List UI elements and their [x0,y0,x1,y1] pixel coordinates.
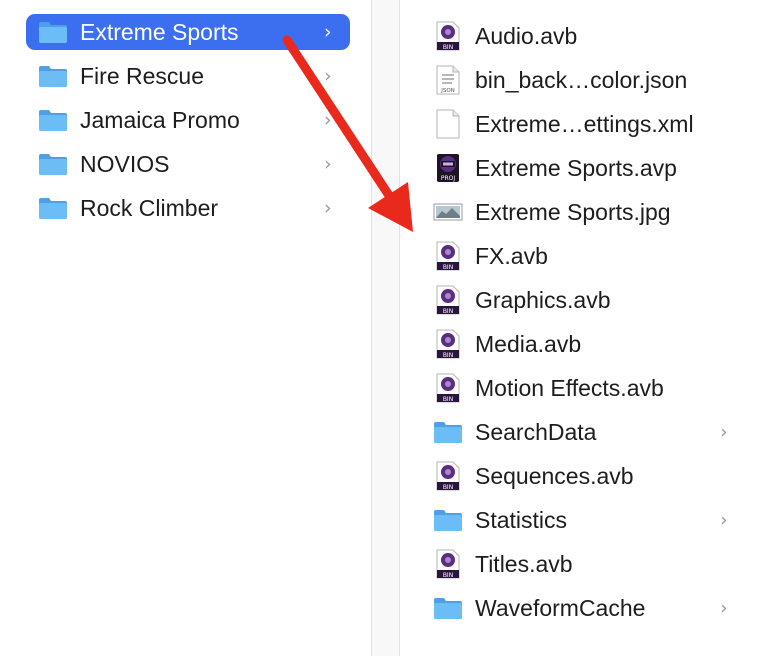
folder-icon [39,110,67,131]
folder-icon [434,422,462,443]
blank-file-icon [436,109,460,139]
file-row-extreme-settings-xml[interactable]: Extreme…ettings.xml [400,106,768,142]
file-label: Titles.avb [475,550,573,577]
folder-icon [39,154,67,175]
folder-label: Extreme Sports [80,18,239,45]
file-label: Media.avb [475,330,582,357]
bin-icon-text: BIN [443,484,453,491]
file-label: Extreme Sports.avp [475,154,677,181]
folder-row-rock-climber[interactable]: Rock Climber › [26,190,350,226]
folder-row-searchdata[interactable]: SearchData › [400,414,768,450]
file-label: Extreme Sports.jpg [475,198,671,225]
chevron-right-icon: › [324,65,332,87]
bin-icon-text: BIN [443,308,453,315]
bin-file-icon: BIN [436,241,460,271]
file-row-graphics-avb[interactable]: BIN Graphics.avb [400,282,768,318]
column-gap [372,0,399,656]
bin-file-icon: BIN [436,549,460,579]
folder-row-extreme-sports[interactable]: Extreme Sports › [26,14,350,50]
image-file-icon [433,203,463,221]
folder-icon [39,66,67,87]
json-icon-text: JSON [440,88,455,94]
file-label: Sequences.avb [475,462,634,489]
chevron-right-icon: › [324,21,332,43]
folder-row-fire-rescue[interactable]: Fire Rescue › [26,58,350,94]
chevron-right-icon: › [720,597,728,619]
folder-row-waveformcache[interactable]: WaveformCache › [400,590,768,626]
bin-icon-text: BIN [443,352,453,359]
project-file-icon: PROJ [437,154,459,182]
chevron-right-icon: › [720,421,728,443]
folder-row-jamaica-promo[interactable]: Jamaica Promo › [26,102,350,138]
bin-icon-text: BIN [443,396,453,403]
bin-file-icon: BIN [436,21,460,51]
folder-label: WaveformCache [475,594,646,621]
bin-file-icon: BIN [436,461,460,491]
folder-row-statistics[interactable]: Statistics › [400,502,768,538]
chevron-right-icon: › [324,153,332,175]
file-label: Extreme…ettings.xml [475,110,694,137]
file-row-extreme-sports-jpg[interactable]: Extreme Sports.jpg [400,194,768,230]
file-row-audio-avb[interactable]: BIN Audio.avb [400,18,768,54]
chevron-right-icon: › [324,197,332,219]
folder-label: Statistics [475,506,568,533]
file-label: Motion Effects.avb [475,374,664,401]
file-row-titles-avb[interactable]: BIN Titles.avb [400,546,768,582]
file-row-media-avb[interactable]: BIN Media.avb [400,326,768,362]
bin-file-icon: BIN [436,373,460,403]
file-row-sequences-avb[interactable]: BIN Sequences.avb [400,458,768,494]
folder-row-novios[interactable]: NOVIOS › [26,146,350,182]
folder-label: SearchData [475,418,597,445]
file-label: FX.avb [475,242,548,269]
file-row-bin-back-color-json[interactable]: JSON bin_back…color.json [400,62,768,98]
folder-list-column: Extreme Sports › Fire Rescue › Jamaica P… [0,0,371,656]
bin-icon-text: BIN [443,572,453,579]
bin-icon-text: BIN [443,264,453,271]
file-row-fx-avb[interactable]: BIN FX.avb [400,238,768,274]
file-list-column: BIN Audio.avb JSON bin_back…color.json E… [400,0,768,656]
folder-label: Fire Rescue [80,62,204,89]
folder-icon [434,510,462,531]
proj-icon-text: PROJ [441,175,456,182]
bin-file-icon: BIN [436,329,460,359]
folder-icon [434,598,462,619]
file-row-motion-effects-avb[interactable]: BIN Motion Effects.avb [400,370,768,406]
folder-label: NOVIOS [80,150,170,177]
bin-icon-text: BIN [443,44,453,51]
file-row-extreme-sports-avp[interactable]: PROJ Extreme Sports.avp [400,150,768,186]
bin-file-icon: BIN [436,285,460,315]
chevron-right-icon: › [324,109,332,131]
folder-label: Rock Climber [80,194,219,221]
file-label: Graphics.avb [475,286,611,313]
file-label: Audio.avb [475,22,578,49]
folder-icon [39,198,67,219]
chevron-right-icon: › [720,509,728,531]
file-label: bin_back…color.json [475,66,688,93]
json-file-icon: JSON [436,65,460,95]
folder-label: Jamaica Promo [80,106,240,133]
folder-icon [39,22,67,43]
